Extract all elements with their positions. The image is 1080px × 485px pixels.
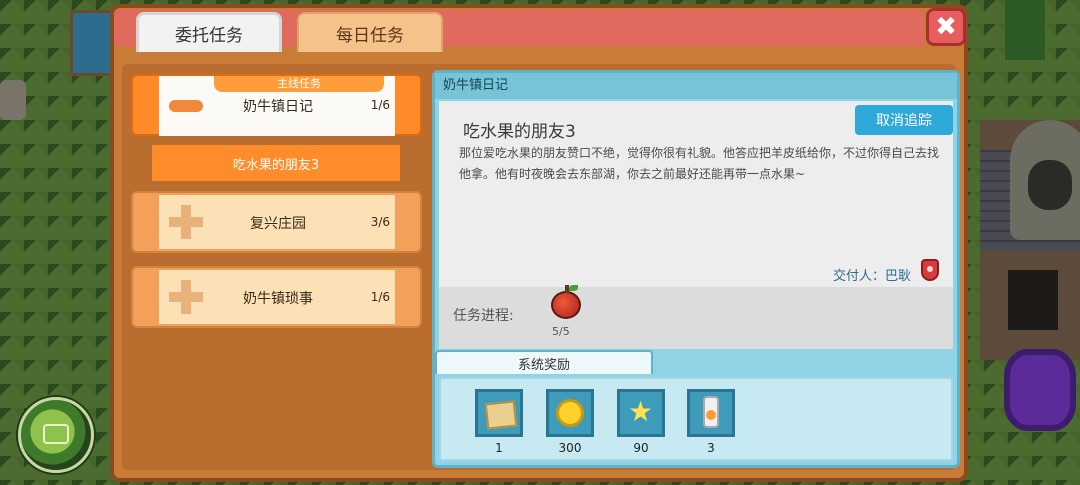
quest-description: 那位爱吃水果的朋友赞口不绝，觉得你很有礼貌。他答应把羊皮纸给你，不过你得自己去找… bbox=[459, 146, 940, 181]
quest-name: 奶牛镇琐事 bbox=[243, 291, 313, 307]
star-icon: ★ bbox=[628, 395, 654, 428]
quest-panel: 委托任务 每日任务 ✖ 主线任务 奶牛镇日记 1/6 吃水果的朋友3 复兴庄园 … bbox=[110, 4, 968, 482]
plus-icon bbox=[169, 280, 203, 314]
reward-item[interactable]: ★ 90 bbox=[617, 389, 665, 455]
quest-item-main[interactable]: 主线任务 奶牛镇日记 1/6 bbox=[131, 74, 422, 136]
progress-label: 任务进程: bbox=[453, 308, 514, 324]
quest-name: 奶牛镇日记 bbox=[243, 99, 313, 115]
reward-value: 3 bbox=[707, 441, 715, 455]
reward-item[interactable]: 1 bbox=[475, 389, 523, 455]
subquest-item[interactable]: 吃水果的朋友3 bbox=[152, 145, 400, 181]
quest-progress: 3/6 bbox=[370, 215, 390, 229]
detail-header: 奶牛镇日记 bbox=[435, 73, 957, 99]
deliver-to: 交付人：巴耿 bbox=[832, 269, 911, 284]
quest-item-town-chores[interactable]: 奶牛镇琐事 1/6 bbox=[131, 266, 422, 328]
tree bbox=[1005, 0, 1045, 60]
npc-location-icon[interactable] bbox=[921, 259, 939, 281]
plus-icon bbox=[169, 205, 203, 239]
rock bbox=[0, 80, 26, 120]
progress-count: 5/5 bbox=[552, 325, 570, 338]
quest-item-restore-farm[interactable]: 复兴庄园 3/6 bbox=[131, 191, 422, 253]
reward-tab[interactable]: 系统奖励 bbox=[435, 350, 653, 374]
reward-item[interactable]: 300 bbox=[546, 389, 594, 455]
quest-name: 复兴庄园 bbox=[250, 216, 306, 232]
main-quest-tag: 主线任务 bbox=[214, 76, 384, 92]
progress-row: 任务进程: 5/5 bbox=[439, 285, 953, 349]
reward-value: 1 bbox=[495, 441, 503, 455]
purple-bush bbox=[1010, 355, 1070, 425]
tab-daily[interactable]: 每日任务 bbox=[297, 12, 443, 52]
reward-value: 300 bbox=[558, 441, 582, 455]
parchment-icon bbox=[484, 400, 518, 430]
detail-body: 吃水果的朋友3 取消追踪 那位爱吃水果的朋友赞口不绝，觉得你很有礼貌。他答应把羊… bbox=[439, 101, 953, 287]
close-button[interactable]: ✖ bbox=[926, 8, 966, 46]
quest-progress: 1/6 bbox=[370, 98, 390, 112]
quest-progress: 1/6 bbox=[370, 290, 390, 304]
quest-title: 吃水果的朋友3 bbox=[463, 122, 576, 142]
untrack-button[interactable]: 取消追踪 bbox=[855, 105, 953, 135]
tab-commission[interactable]: 委托任务 bbox=[136, 12, 282, 52]
coin-icon bbox=[556, 399, 584, 427]
reward-area: 1 300 ★ 90 3 bbox=[439, 377, 953, 461]
reward-value: 90 bbox=[633, 441, 649, 455]
gamepad-icon bbox=[43, 424, 69, 444]
quest-detail: 奶牛镇日记 吃水果的朋友3 取消追踪 那位爱吃水果的朋友赞口不绝，觉得你很有礼貌… bbox=[432, 70, 960, 468]
milk-bottle-icon bbox=[703, 396, 719, 428]
apple-icon bbox=[551, 285, 581, 319]
main-quest-icon bbox=[169, 100, 203, 112]
reward-item[interactable]: 3 bbox=[687, 389, 735, 455]
joystick-button[interactable] bbox=[18, 397, 94, 473]
stone-kiln bbox=[1010, 120, 1080, 240]
